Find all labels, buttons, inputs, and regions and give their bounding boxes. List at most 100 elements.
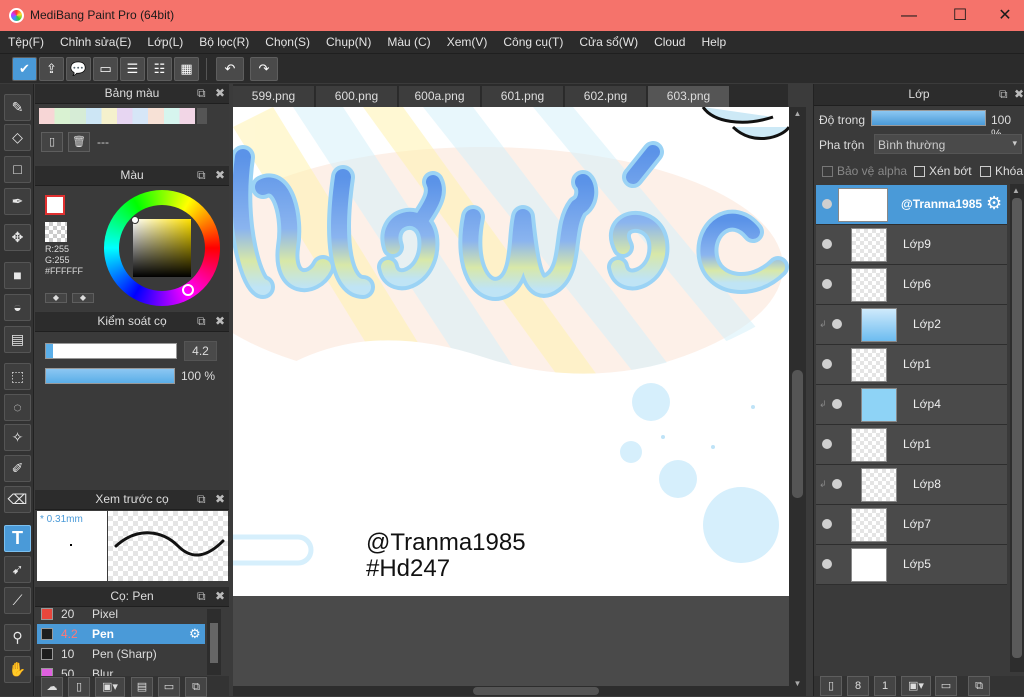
undock-icon[interactable]: ⧉ bbox=[197, 490, 206, 509]
layer-settings-gear-icon[interactable]: ⚙ bbox=[986, 193, 1002, 214]
visibility-eye-icon[interactable] bbox=[832, 399, 842, 409]
visibility-eye-icon[interactable] bbox=[822, 359, 832, 369]
layer-list-scrollbar[interactable]: ▲ bbox=[1010, 184, 1024, 672]
select-pen-icon[interactable]: ✐ bbox=[4, 455, 31, 482]
menu-view[interactable]: Xem(V) bbox=[439, 35, 496, 49]
brush-item[interactable]: 50 Blur bbox=[37, 664, 205, 676]
visibility-eye-icon[interactable] bbox=[822, 439, 832, 449]
transparent-color-swatch[interactable] bbox=[45, 222, 67, 242]
vertical-scroll-thumb[interactable] bbox=[792, 370, 803, 498]
undock-icon[interactable]: ⧉ bbox=[197, 84, 206, 103]
menu-select[interactable]: Chọn(S) bbox=[257, 35, 318, 49]
tab-602[interactable]: 602.png bbox=[565, 86, 647, 107]
visibility-eye-icon[interactable] bbox=[822, 199, 832, 209]
move-icon[interactable]: ✥ bbox=[4, 224, 31, 251]
menu-file[interactable]: Tệp(F) bbox=[0, 35, 52, 49]
scroll-up-icon[interactable]: ▲ bbox=[791, 109, 804, 119]
lock-checkbox[interactable]: Khóa bbox=[980, 164, 1023, 178]
rectangle-icon[interactable]: □ bbox=[4, 156, 31, 183]
color-inc-button[interactable]: ◆ bbox=[72, 293, 94, 303]
menu-help[interactable]: Help bbox=[693, 35, 734, 49]
gradient-icon[interactable]: ▤ bbox=[4, 326, 31, 353]
brush-item[interactable]: 20 Pixel bbox=[37, 604, 205, 624]
menu-layer[interactable]: Lớp(L) bbox=[139, 35, 191, 49]
pen-icon[interactable]: ✒ bbox=[4, 188, 31, 215]
layer-row[interactable]: Lớp1 bbox=[816, 425, 1007, 465]
sv-picker-handle[interactable] bbox=[131, 216, 139, 224]
close-panel-icon[interactable]: ✖ bbox=[215, 490, 225, 509]
select-eraser-icon[interactable]: ⌫ bbox=[4, 486, 31, 513]
maximize-button[interactable]: ☐ bbox=[937, 0, 983, 31]
brush-size-value[interactable]: 4.2 bbox=[184, 341, 217, 361]
divide-icon[interactable]: ⟋ bbox=[4, 587, 31, 614]
folder-icon[interactable]: ▭ bbox=[158, 677, 180, 697]
brush-doc-icon[interactable]: ▤ bbox=[131, 677, 153, 697]
menu-snap[interactable]: Chụp(N) bbox=[318, 35, 379, 49]
menu-edit[interactable]: Chỉnh sửa(E) bbox=[52, 35, 139, 49]
menu-color[interactable]: Màu (C) bbox=[379, 35, 438, 49]
canvas-vertical-scrollbar[interactable]: ▲ ▼ bbox=[789, 107, 806, 696]
tab-600a[interactable]: 600a.png bbox=[399, 86, 481, 107]
foreground-color-swatch[interactable] bbox=[45, 195, 65, 215]
add-brush-dropdown-icon[interactable]: ▣▾ bbox=[95, 677, 125, 697]
cloud-save-icon[interactable]: ✔ bbox=[12, 57, 37, 81]
layer-row[interactable]: @Tranma1985 ⚙ bbox=[816, 185, 1007, 225]
layer-row[interactable]: Lớp6 bbox=[816, 265, 1007, 305]
cloud-brush-icon[interactable]: ☁ bbox=[41, 677, 63, 697]
minimize-button[interactable]: — bbox=[886, 0, 932, 31]
close-panel-icon[interactable]: ✖ bbox=[215, 587, 225, 606]
color-dec-button[interactable]: ◆ bbox=[45, 293, 67, 303]
brush-size-slider[interactable] bbox=[45, 343, 177, 359]
eyedropper-icon[interactable]: ⚲ bbox=[4, 624, 31, 651]
new-layer-icon[interactable]: ▯ bbox=[820, 676, 842, 696]
layer-scroll-thumb[interactable] bbox=[1012, 198, 1022, 658]
checklist-icon[interactable]: ☷ bbox=[147, 57, 172, 81]
magic-wand-icon[interactable]: ✧ bbox=[4, 424, 31, 451]
share-icon[interactable]: ⇪ bbox=[39, 57, 64, 81]
clip-checkbox[interactable]: Xén bớt bbox=[914, 164, 972, 178]
canvas-horizontal-scrollbar[interactable] bbox=[233, 686, 789, 696]
visibility-eye-icon[interactable] bbox=[832, 319, 842, 329]
eraser-icon[interactable]: ◇ bbox=[4, 124, 31, 151]
text-icon[interactable]: T bbox=[4, 525, 31, 552]
horizontal-scroll-thumb[interactable] bbox=[473, 687, 599, 695]
visibility-eye-icon[interactable] bbox=[822, 279, 832, 289]
layer-row[interactable]: ↲ Lớp2 bbox=[816, 305, 1007, 345]
new-1bit-layer-icon[interactable]: 1 bbox=[874, 676, 896, 696]
close-button[interactable]: ✕ bbox=[982, 0, 1024, 31]
folder-icon[interactable]: ▭ bbox=[935, 676, 957, 696]
visibility-eye-icon[interactable] bbox=[832, 479, 842, 489]
menu-cloud[interactable]: Cloud bbox=[646, 35, 693, 49]
layer-row[interactable]: ↲ Lớp8 bbox=[816, 465, 1007, 505]
hand-icon[interactable]: ✋ bbox=[4, 656, 31, 683]
bucket-icon[interactable]: ◒ bbox=[4, 294, 31, 321]
saturation-value-square[interactable] bbox=[133, 219, 191, 277]
drawing-canvas[interactable]: @Tranma1985 #Hd247 bbox=[233, 107, 789, 596]
scroll-up-icon[interactable]: ▲ bbox=[1012, 186, 1020, 195]
redo-icon[interactable]: ↷ bbox=[250, 57, 278, 81]
blend-mode-select[interactable]: Bình thường ▾ bbox=[874, 134, 1022, 154]
hue-ring[interactable] bbox=[104, 190, 220, 306]
close-panel-icon[interactable]: ✖ bbox=[215, 166, 225, 185]
hue-picker-handle[interactable] bbox=[182, 284, 194, 296]
operation-icon[interactable]: ➹ bbox=[4, 556, 31, 583]
layer-row[interactable]: Lớp9 bbox=[816, 225, 1007, 265]
brush-opacity-slider[interactable] bbox=[45, 368, 175, 384]
tab-603[interactable]: 603.png bbox=[648, 86, 730, 107]
visibility-eye-icon[interactable] bbox=[822, 239, 832, 249]
select-rect-icon[interactable]: ⬚ bbox=[4, 363, 31, 390]
new-8bit-layer-icon[interactable]: 8 bbox=[847, 676, 869, 696]
fill-rect-icon[interactable]: ■ bbox=[4, 262, 31, 289]
menu-filter[interactable]: Bộ lọc(R) bbox=[191, 35, 257, 49]
brush-settings-gear-icon[interactable]: ⚙ bbox=[189, 626, 201, 642]
comment-icon[interactable]: 💬 bbox=[66, 57, 91, 81]
layer-row[interactable]: Lớp7 bbox=[816, 505, 1007, 545]
duplicate-icon[interactable]: ⧉ bbox=[185, 677, 207, 697]
grid-check-icon[interactable]: ▦ bbox=[174, 57, 199, 81]
close-panel-icon[interactable]: ✖ bbox=[215, 312, 225, 331]
visibility-eye-icon[interactable] bbox=[822, 559, 832, 569]
undock-icon[interactable]: ⧉ bbox=[197, 166, 206, 185]
undock-icon[interactable]: ⧉ bbox=[999, 84, 1008, 105]
brush-item[interactable]: 10 Pen (Sharp) bbox=[37, 644, 205, 664]
brush-item-selected[interactable]: 4.2 Pen ⚙ bbox=[37, 624, 205, 644]
